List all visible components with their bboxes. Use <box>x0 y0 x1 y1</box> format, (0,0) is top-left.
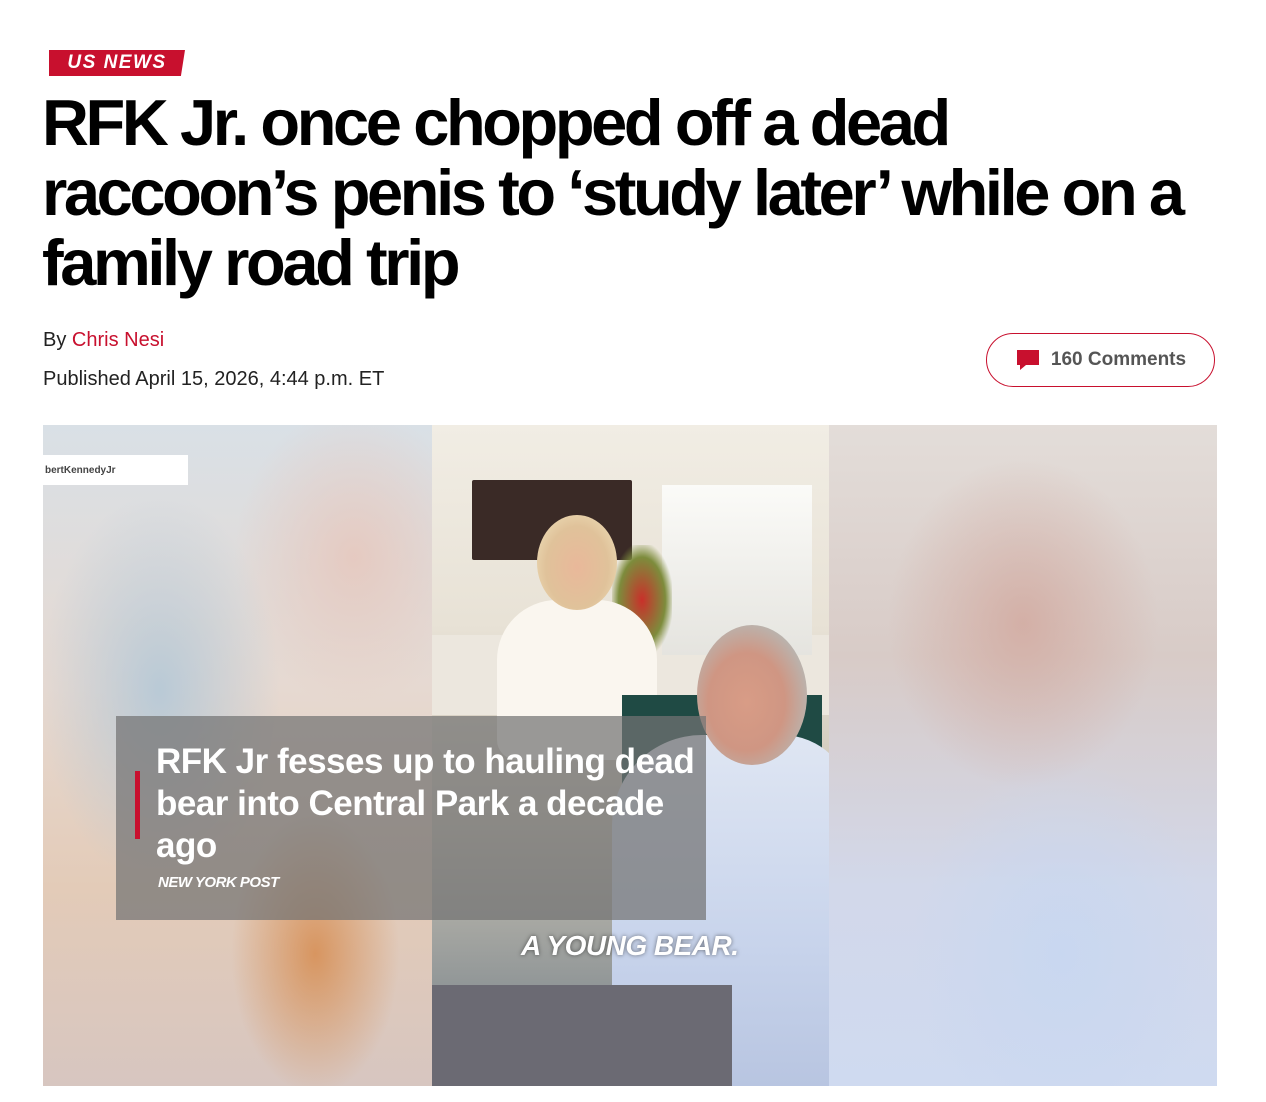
video-watermark: bertKennedyJr <box>43 455 188 485</box>
scene-woman-head <box>537 515 617 610</box>
overlay-accent-bar <box>135 771 140 839</box>
video-overlay-box: RFK Jr fesses up to hauling dead bear in… <box>116 716 706 920</box>
scene-man-head <box>697 625 807 765</box>
author-link[interactable]: Chris Nesi <box>72 329 164 351</box>
byline: By Chris Nesi <box>43 329 164 352</box>
comments-button[interactable]: 160 Comments <box>986 333 1215 387</box>
byline-prefix: By <box>43 329 67 351</box>
video-overlay-brand: NEW YORK POST <box>158 874 279 891</box>
section-tag-us-news[interactable]: US NEWS <box>49 50 185 76</box>
video-caption: A YOUNG BEAR. <box>521 930 739 961</box>
video-blur-right <box>829 425 1217 1086</box>
comment-bubble-icon <box>1015 347 1041 373</box>
section-tag-label: US NEWS <box>67 52 167 73</box>
video-overlay-title: RFK Jr fesses up to hauling dead bear in… <box>156 742 695 865</box>
article-headline: RFK Jr. once chopped off a dead raccoon’… <box>42 86 1185 299</box>
comments-count: 160 Comments <box>1050 349 1187 370</box>
published-date: Published April 15, 2026, 4:44 p.m. ET <box>43 368 385 390</box>
video-player[interactable]: bertKennedyJr RFK Jr fesses up to haulin… <box>43 425 1217 1086</box>
scene-pants <box>432 985 732 1086</box>
article-page: US NEWS RFK Jr. once chopped off a dead … <box>0 0 1266 1102</box>
